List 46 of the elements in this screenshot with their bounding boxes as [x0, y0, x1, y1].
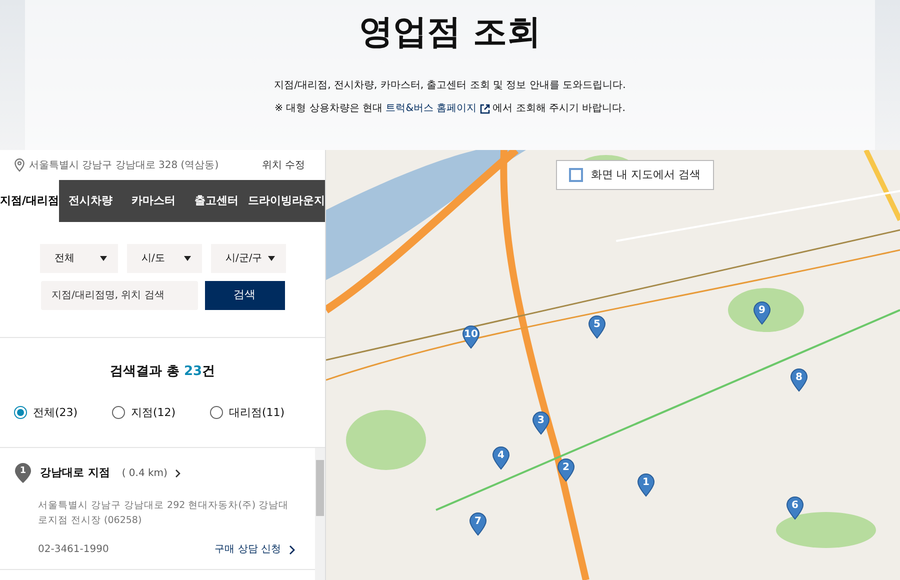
map-marker[interactable]: 7	[469, 512, 487, 536]
map-marker[interactable]: 8	[790, 368, 808, 392]
current-address: 서울특별시 강남구 강남대로 328 (역삼동)	[29, 158, 219, 172]
tab[interactable]: 지점/대리점	[0, 180, 60, 222]
radio-button[interactable]	[112, 406, 125, 420]
caret-icon	[268, 256, 274, 261]
radio-button[interactable]	[14, 406, 27, 420]
map-marker[interactable]: 2	[557, 458, 575, 482]
radio-option[interactable]: 지점(12)	[112, 404, 184, 421]
edit-location-link[interactable]: 위치 수정	[262, 158, 305, 172]
map-marker[interactable]: 9	[753, 301, 771, 325]
branch-address: 서울특별시 강남구 강남대로 292 현대자동차(주) 강남대로지점 전시장 (06258)	[37, 499, 290, 528]
page-title: 영업점 조회	[359, 11, 541, 54]
map-background[interactable]: 화면 내 지도에서 검색 1 2 3 4 5 6 7 8 9 10	[326, 150, 900, 580]
external-link-icon	[480, 104, 490, 114]
caret-icon	[184, 256, 190, 261]
chevron-right-icon	[289, 544, 295, 554]
map-marker[interactable]: 1	[637, 473, 655, 497]
map-marker[interactable]: 6	[786, 496, 804, 520]
map-marker[interactable]: 4	[492, 446, 510, 470]
dropdown[interactable]: 시/군/구	[210, 244, 286, 273]
truck-bus-link[interactable]: 트럭&버스 홈페이지	[386, 101, 477, 116]
radio-button[interactable]	[210, 406, 223, 420]
radio-option[interactable]: 대리점(11)	[210, 404, 285, 421]
phone-number: 02-3461-1990	[38, 543, 109, 557]
location-pin-icon	[14, 158, 25, 172]
consult-request-link[interactable]: 구매 상담 신청	[214, 542, 295, 557]
radio-option[interactable]: 전체(23)	[14, 404, 86, 421]
result-count-text: 검색결과 총 23건	[110, 363, 216, 381]
search-field[interactable]: 지점/대리점명, 위치 검색	[40, 281, 198, 310]
dropdown[interactable]: 시/도	[126, 244, 202, 273]
search-button[interactable]: 검색	[204, 281, 284, 310]
map-marker[interactable]: 10	[462, 325, 480, 349]
notice-text: ※ 대형 상용차량은 현대 트럭&버스 홈페이지 에서 조회해 주시기 바랍니다.	[274, 101, 626, 116]
map-marker[interactable]: 5	[588, 315, 606, 339]
distance-text: ( 0.4 km)	[122, 466, 168, 480]
dropdown[interactable]: 전체	[40, 244, 118, 273]
scrollbar[interactable]	[315, 448, 325, 580]
branch-name-link[interactable]: 강남대로 지점	[40, 464, 110, 482]
chevron-right-icon[interactable]	[175, 468, 182, 478]
map-marker[interactable]: 3	[532, 411, 550, 435]
caret-icon	[100, 256, 106, 261]
marker-pin-icon: 1	[14, 462, 32, 484]
checkbox[interactable]	[569, 168, 583, 182]
description-text: 지점/대리점, 전시차량, 카마스터, 출고센터 조회 및 정보 안내를 도와드립니다.	[274, 79, 626, 93]
scrollbar-thumb[interactable]	[316, 460, 324, 516]
